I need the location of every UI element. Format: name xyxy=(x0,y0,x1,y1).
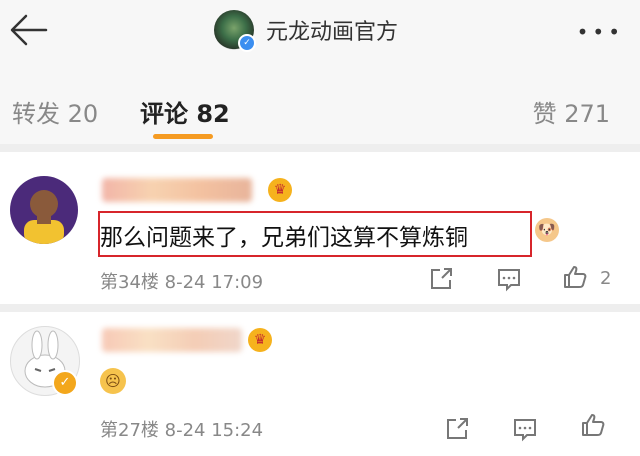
comment-icon[interactable] xyxy=(496,266,522,292)
page-title: 元龙动画官方 xyxy=(266,20,399,45)
tab-repost[interactable]: 转发 20 xyxy=(12,94,98,129)
username-blurred[interactable] xyxy=(102,328,242,352)
crown-icon: ♛ xyxy=(248,328,272,352)
top-bar: ✓ 元龙动画官方 ••• xyxy=(0,0,640,66)
more-icon[interactable]: ••• xyxy=(577,20,624,44)
share-icon[interactable] xyxy=(428,266,454,292)
divider xyxy=(0,144,640,152)
verified-badge-icon: ✓ xyxy=(52,370,78,396)
back-arrow-icon[interactable] xyxy=(8,12,52,48)
crown-icon: ♛ xyxy=(268,178,292,202)
comment-floor-time: 第27楼 8-24 15:24 xyxy=(100,420,264,441)
comment-text: 那么问题来了，兄弟们这算不算炼铜 xyxy=(100,225,468,251)
comment-icon[interactable] xyxy=(512,416,538,442)
account-header[interactable]: ✓ 元龙动画官方 xyxy=(214,8,398,52)
emoji-face-icon: ☹ xyxy=(100,368,126,394)
comment-item: ♛ 那么问题来了，兄弟们这算不算炼铜 🐶 第34楼 8-24 17:09 2 xyxy=(0,152,640,304)
tab-bar: 转发 20 评论 82 赞 271 xyxy=(0,66,640,144)
like-count: 2 xyxy=(600,268,612,289)
username-blurred[interactable] xyxy=(102,178,252,202)
avatar[interactable] xyxy=(10,176,78,244)
active-tab-indicator xyxy=(153,134,213,139)
account-logo: ✓ xyxy=(214,10,256,52)
divider xyxy=(0,304,640,312)
like-icon[interactable] xyxy=(562,264,588,290)
avatar-portrait-icon xyxy=(24,190,64,244)
verified-icon: ✓ xyxy=(238,34,256,52)
comment-floor-time: 第34楼 8-24 17:09 xyxy=(100,272,264,293)
tab-comment[interactable]: 评论 82 xyxy=(140,94,230,129)
tab-like[interactable]: 赞 271 xyxy=(533,94,610,129)
like-icon[interactable] xyxy=(580,412,606,438)
share-icon[interactable] xyxy=(444,416,470,442)
comment-item: ✓ ♛ ☹ 第27楼 8-24 15:24 xyxy=(0,312,640,456)
dog-emoji-icon: 🐶 xyxy=(535,218,559,242)
